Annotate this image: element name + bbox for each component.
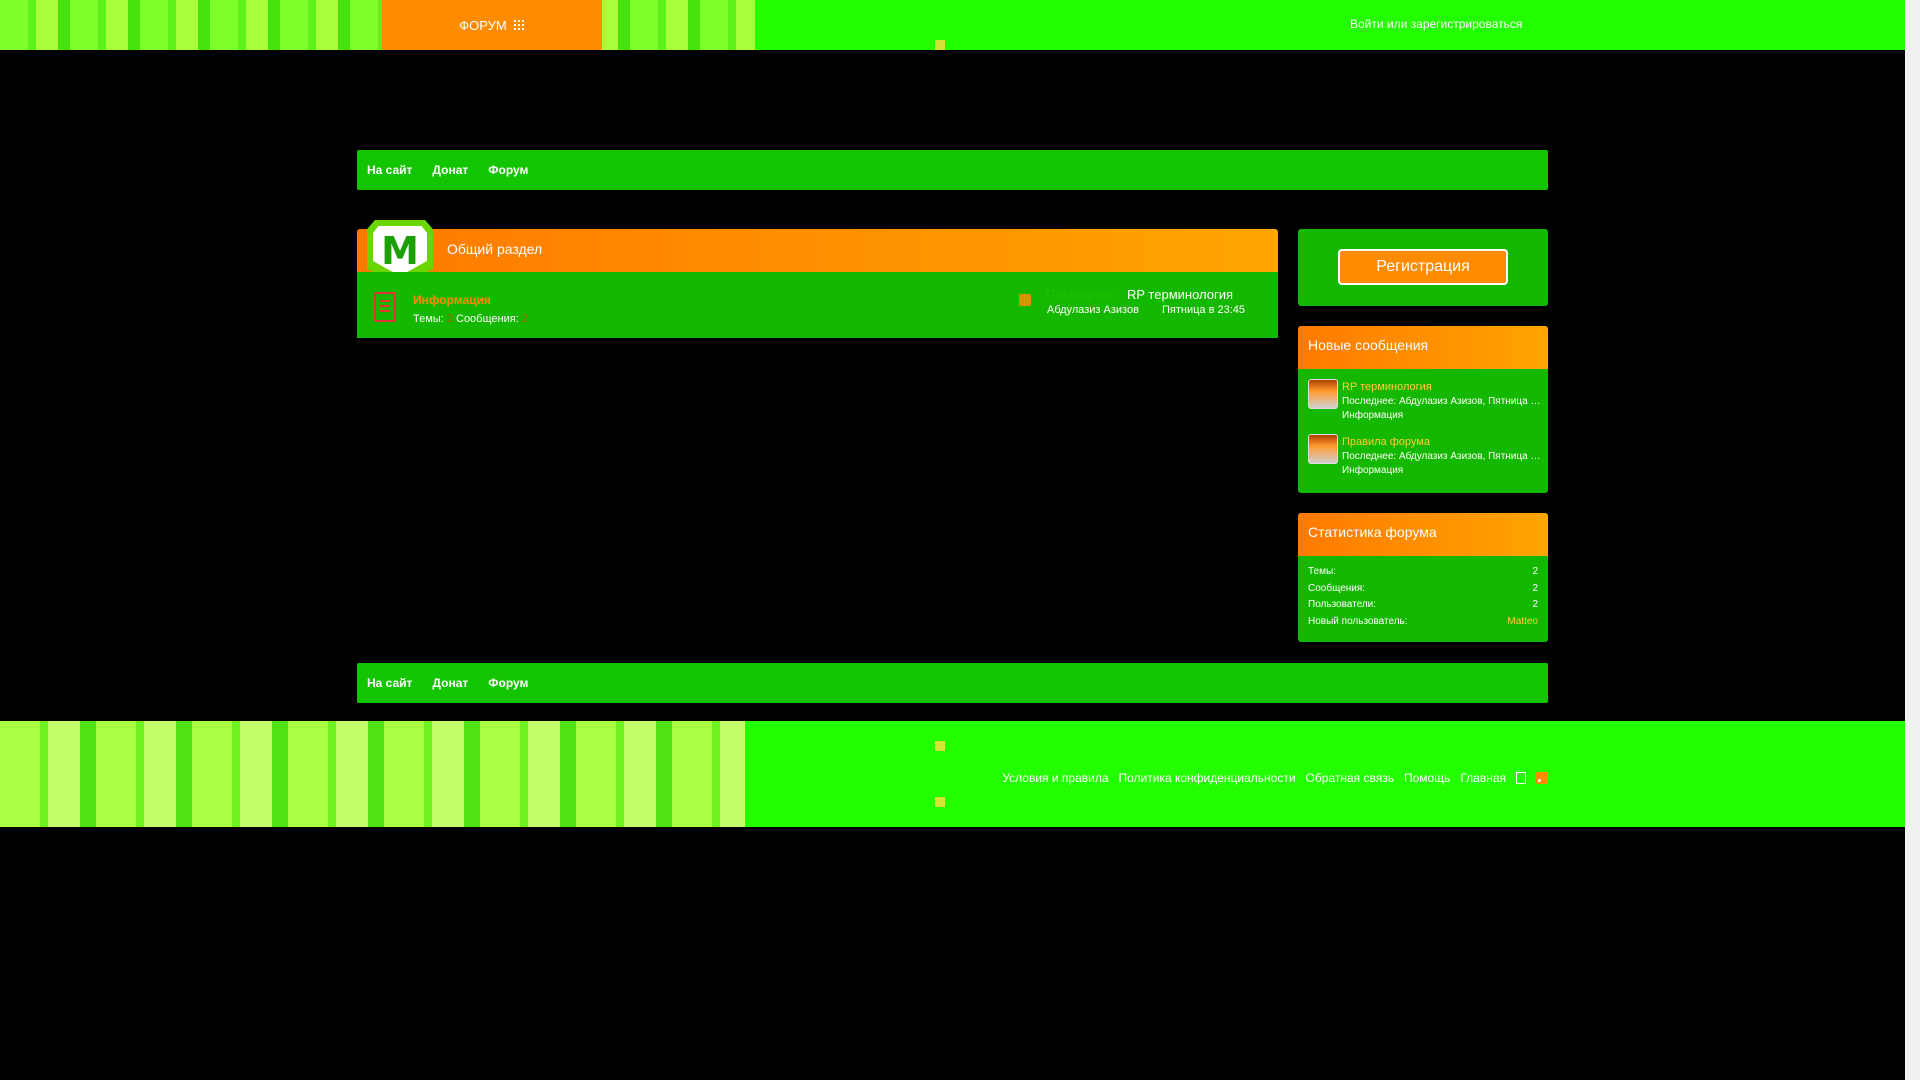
forum-node-title[interactable]: Информация [413, 293, 491, 307]
stat-label: Новый пользователь: [1308, 615, 1408, 627]
grid-menu-icon [512, 19, 525, 31]
bottom-navigation: На сайт Донат Форум [357, 663, 1548, 703]
footer-links: Условия и правила Политика конфиденциаль… [1002, 771, 1548, 785]
rss-icon[interactable] [1536, 772, 1548, 784]
forum-node-icon [374, 292, 396, 322]
stat-label: Темы: [1308, 566, 1336, 577]
forum-category: Общий раздел M Информация Темы: 2 Сообще… [357, 220, 1278, 338]
decorative-marker [935, 40, 945, 50]
messages-count: 2 [521, 313, 528, 325]
last-post-date: Пятница в 23:45 [1162, 304, 1246, 316]
threads-label: Темы: [413, 313, 444, 325]
messages-label: Сообщения: [456, 313, 519, 325]
new-post-title[interactable]: Правила форума [1342, 436, 1430, 448]
newest-user-link[interactable]: Matteo [1507, 616, 1538, 627]
footer-background-pattern [0, 721, 745, 827]
avatar[interactable] [1308, 434, 1338, 464]
new-post-forum[interactable]: Информация [1342, 410, 1403, 421]
new-post-forum[interactable]: Информация [1342, 465, 1403, 476]
new-posts-title: Новые сообщения [1298, 326, 1548, 369]
nav-item-donate[interactable]: Донат [432, 163, 468, 177]
nav-item-site[interactable]: На сайт [367, 676, 412, 690]
register-button[interactable]: Регистрация [1338, 249, 1508, 285]
stat-label: Пользователи: [1308, 599, 1377, 610]
forum-node-row: Информация Темы: 2 Сообщения: 2 Последне… [357, 272, 1278, 338]
stat-row-messages: Сообщения: 2 [1298, 583, 1548, 600]
new-post-item: RP терминология Последнее: Абдулазиз Ази… [1298, 369, 1548, 424]
stat-value: 2 [1532, 582, 1538, 594]
page-viewport: ФОРУМ Войти или зарегистрироваться На са… [0, 0, 1905, 1080]
top-navigation: На сайт Донат Форум [357, 150, 1548, 190]
footer-link-home[interactable]: Главная [1460, 771, 1506, 785]
stat-row-newest-user: Новый пользователь: Matteo [1298, 616, 1548, 633]
category-header: Общий раздел [357, 229, 1278, 272]
category-title[interactable]: Общий раздел [447, 241, 542, 257]
top-bar: ФОРУМ Войти или зарегистрироваться [0, 0, 1905, 50]
decorative-marker [935, 797, 945, 807]
forum-node-stats: Темы: 2 Сообщения: 2 [413, 313, 528, 325]
last-post-prefix: Последнее: [1046, 287, 1117, 302]
new-post-item: Правила форума Последнее: Абдулазиз Азиз… [1298, 424, 1548, 479]
forum-tab[interactable]: ФОРУМ [382, 0, 602, 50]
header-background-pattern [0, 0, 755, 50]
new-post-meta: Последнее: Абдулазиз Азизов, Пятница в 2… [1342, 396, 1542, 407]
footer-link-contact[interactable]: Обратная связь [1306, 771, 1394, 785]
nav-item-forum[interactable]: Форум [488, 676, 528, 690]
stat-row-threads: Темы: 2 [1298, 566, 1548, 583]
vertical-scrollbar[interactable] [1905, 0, 1920, 1080]
logo-letter: M [373, 226, 427, 276]
decorative-marker [935, 741, 945, 751]
avatar[interactable] [1308, 379, 1338, 409]
new-post-meta: Последнее: Абдулазиз Азизов, Пятница в 2… [1342, 451, 1542, 462]
forum-tab-label: ФОРУМ [459, 17, 507, 33]
register-block: Регистрация [1298, 229, 1548, 306]
nav-item-site[interactable]: На сайт [367, 163, 412, 177]
forum-stats-block: Статистика форума Темы: 2 Сообщения: 2 П… [1298, 513, 1548, 642]
forum-stats-title: Статистика форума [1298, 513, 1548, 556]
footer-link-help[interactable]: Помощь [1404, 771, 1450, 785]
footer-link-privacy[interactable]: Политика конфиденциальности [1119, 771, 1296, 785]
nav-item-donate[interactable]: Донат [432, 676, 468, 690]
new-post-title[interactable]: RP терминология [1342, 381, 1432, 393]
node-rss-icon[interactable] [1019, 294, 1031, 306]
back-to-top-icon[interactable] [1516, 772, 1526, 784]
last-post-title[interactable]: RP терминология [1127, 287, 1233, 302]
stat-label: Сообщения: [1308, 582, 1366, 594]
stat-value: 2 [1532, 599, 1538, 610]
login-register-link[interactable]: Войти или зарегистрироваться [1350, 17, 1522, 31]
last-post-user[interactable]: Абдулазиз Азизов [1047, 304, 1139, 316]
new-posts-block: Новые сообщения RP терминология Последне… [1298, 326, 1548, 493]
threads-count: 2 [446, 313, 453, 325]
footer: Условия и правила Политика конфиденциаль… [0, 721, 1905, 827]
stat-value: 2 [1532, 566, 1538, 577]
footer-link-terms[interactable]: Условия и правила [1002, 771, 1108, 785]
nav-item-forum[interactable]: Форум [488, 163, 528, 177]
stat-row-users: Пользователи: 2 [1298, 599, 1548, 616]
